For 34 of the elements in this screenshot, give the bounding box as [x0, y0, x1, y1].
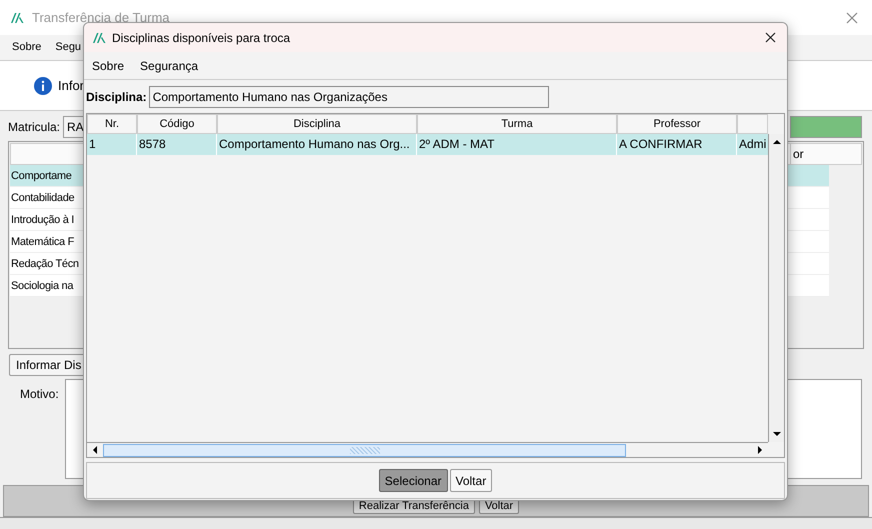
menu-item[interactable]: Sobre — [12, 39, 42, 56]
app-logo-icon — [10, 12, 24, 24]
column-header[interactable]: Código — [137, 114, 217, 134]
column-header[interactable]: Nr. — [87, 114, 137, 134]
window-title: Transferência de Turma — [32, 8, 170, 27]
app-logo-icon — [92, 32, 106, 44]
table-cell: 8578 — [137, 134, 217, 155]
close-icon[interactable] — [765, 32, 776, 43]
matricula-label: Matricula: — [8, 119, 60, 136]
scrollbar-thumb[interactable] — [103, 444, 626, 456]
table-cell: Comportamento Humano nas Org... — [217, 134, 417, 155]
disciplina-field[interactable]: Comportamento Humano nas Organizações — [148, 86, 549, 108]
menu-item[interactable]: Segurança — [140, 56, 198, 74]
dialog-button[interactable]: Voltar — [450, 469, 492, 492]
column-header: or — [790, 144, 828, 164]
column-header[interactable]: Turma — [417, 114, 617, 134]
menu-item[interactable]: Segu — [55, 39, 82, 56]
scroll-down-icon[interactable] — [772, 430, 780, 438]
dialog-button[interactable]: Selecionar — [378, 469, 448, 492]
column-header[interactable]: Disciplina — [217, 114, 417, 134]
scroll-left-icon[interactable] — [91, 446, 99, 454]
dialog-title: Disciplinas disponíveis para troca — [112, 30, 290, 46]
horizontal-scrollbar[interactable] — [87, 442, 768, 457]
info-icon — [34, 76, 52, 94]
info-text: Infor — [58, 76, 84, 95]
disciplina-label: Disciplina: — [86, 89, 147, 106]
scroll-right-icon[interactable] — [756, 446, 764, 454]
scroll-up-icon[interactable] — [772, 138, 780, 146]
menu-item[interactable]: Sobre — [92, 56, 124, 74]
motivo-label: Motivo: — [20, 386, 59, 403]
table-cell: A CONFIRMAR — [617, 134, 737, 155]
table-cell: 1 — [87, 134, 137, 155]
column-header[interactable]: Professor — [617, 114, 737, 134]
table-cell: 2º ADM - MAT — [417, 134, 617, 155]
